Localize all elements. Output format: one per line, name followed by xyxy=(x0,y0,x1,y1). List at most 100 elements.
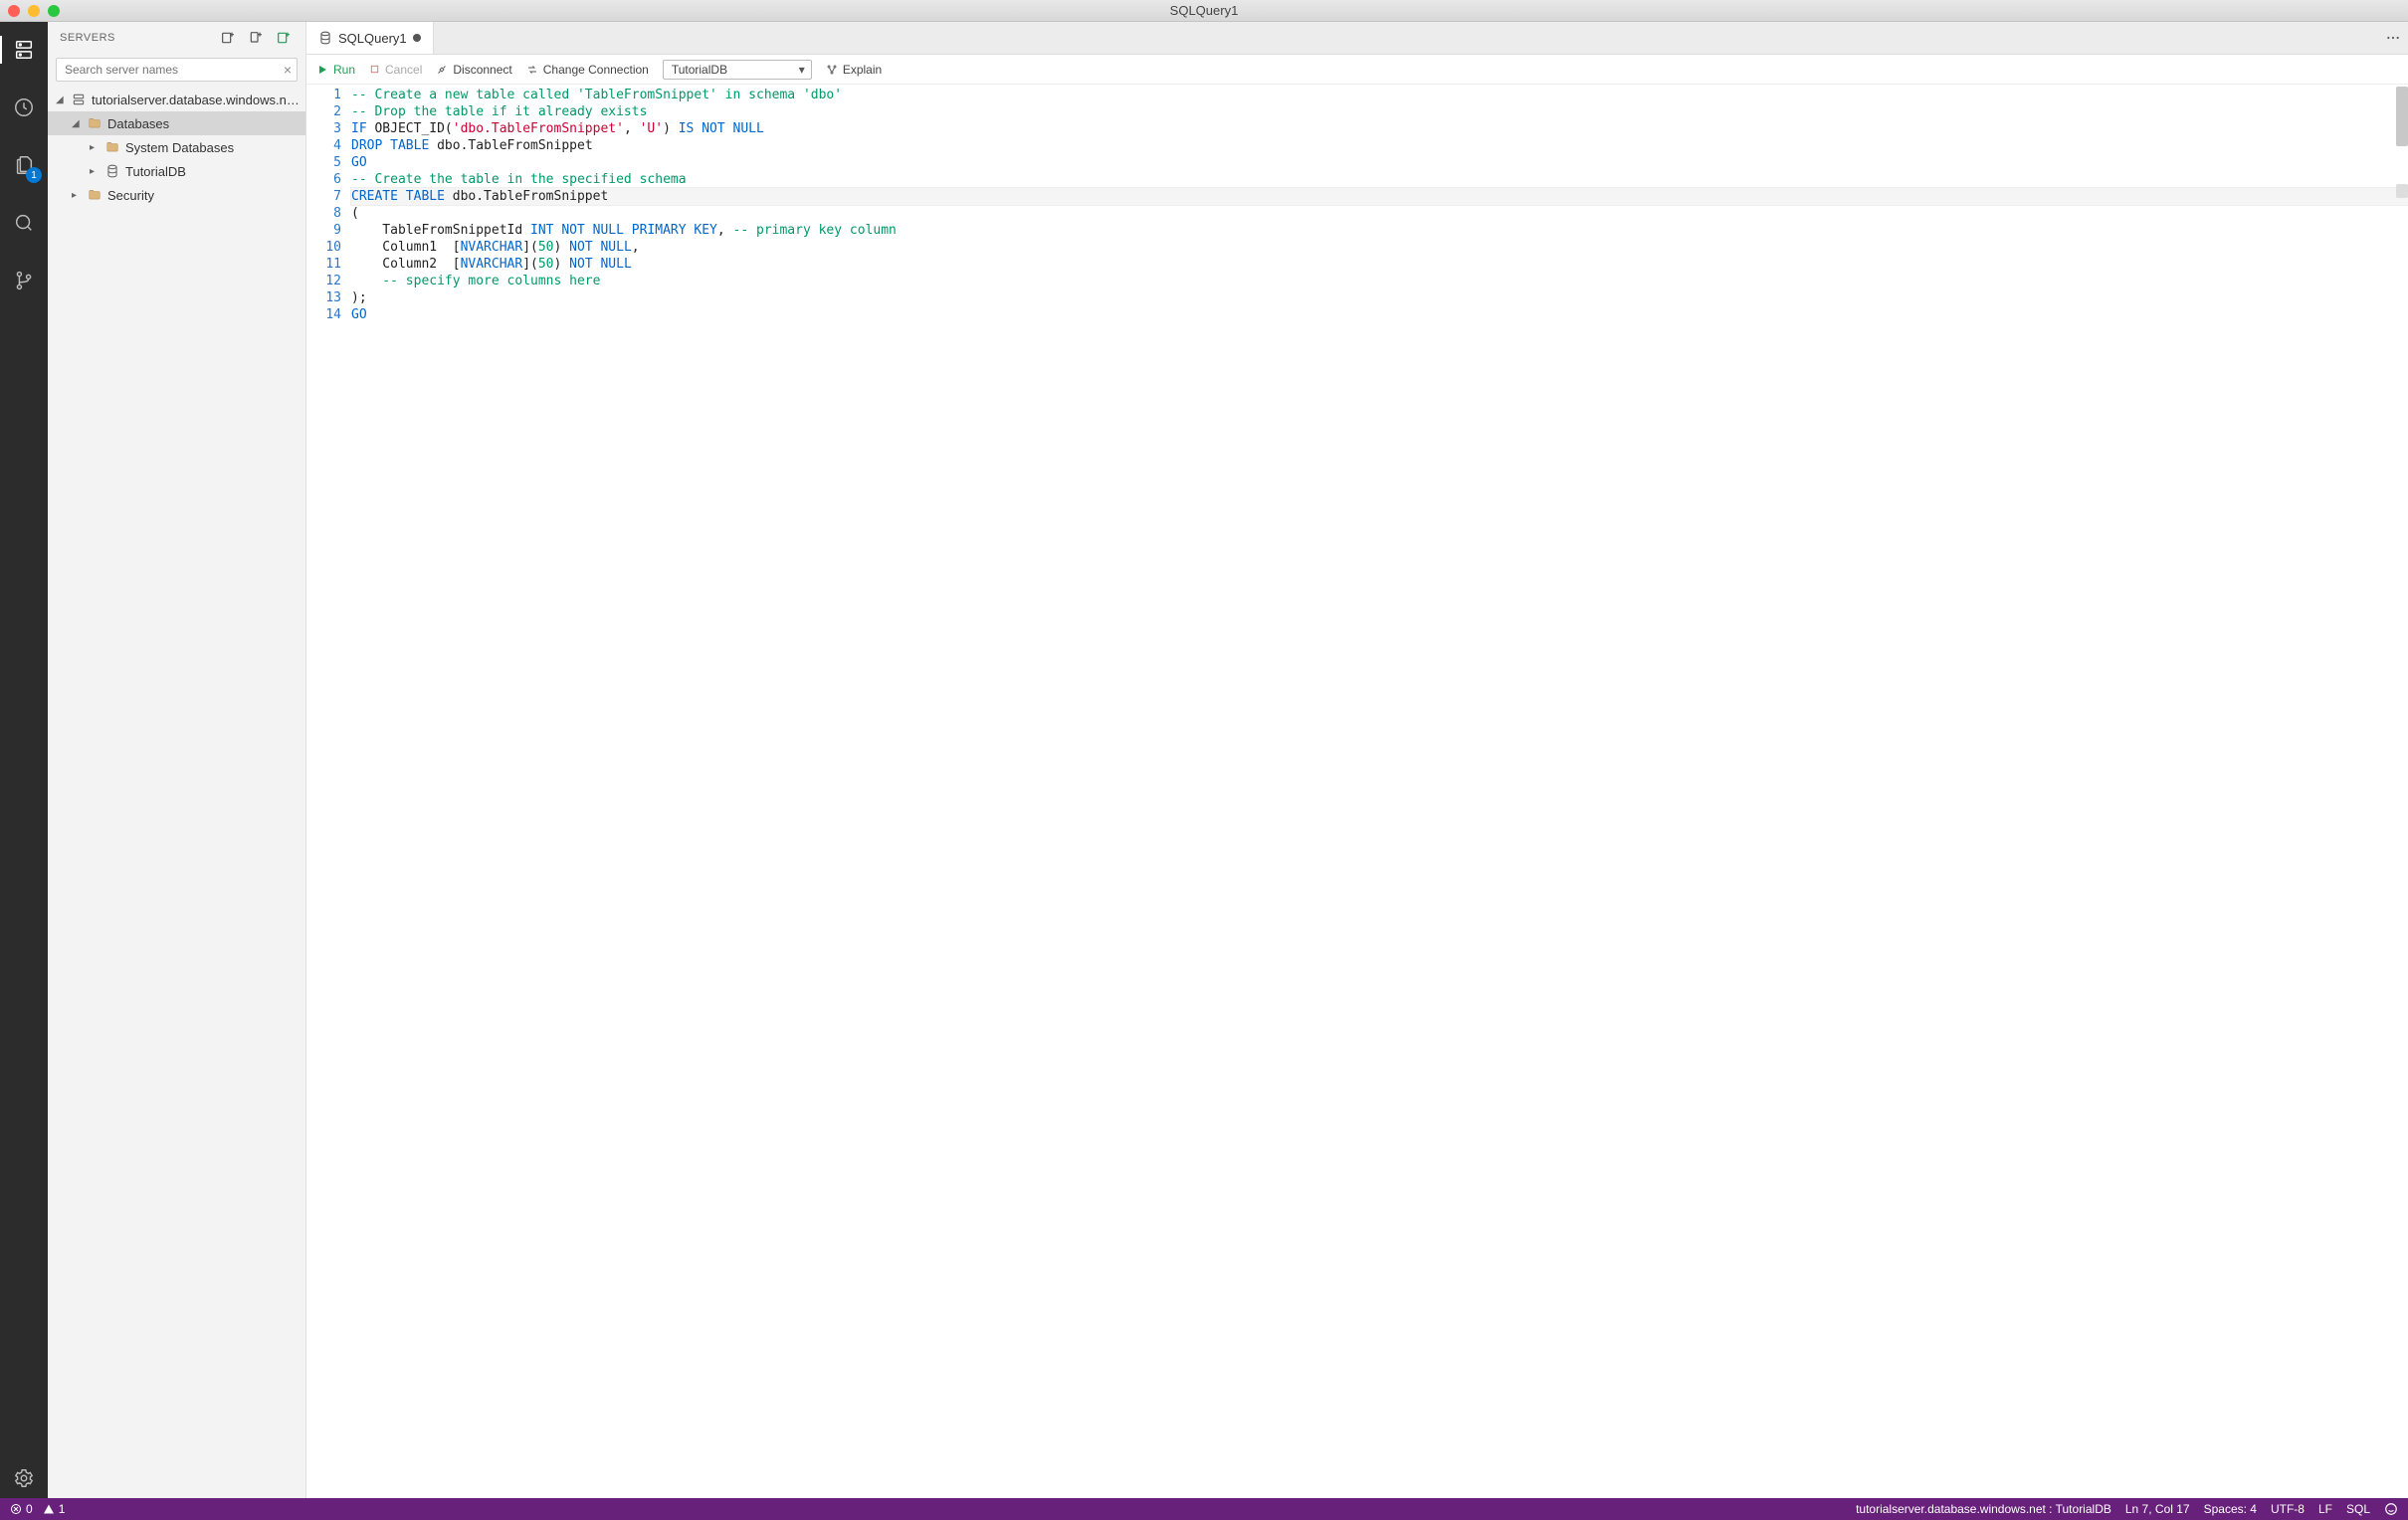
sidebar-search: × xyxy=(56,58,298,82)
status-spaces[interactable]: Spaces: 4 xyxy=(2204,1502,2257,1516)
editor-tabs: SQLQuery1 xyxy=(306,22,2408,55)
sidebar-actions xyxy=(218,28,294,48)
query-toolbar: Run Cancel Disconnect Change Connection … xyxy=(306,55,2408,85)
change-connection-label: Change Connection xyxy=(543,63,649,77)
clock-icon xyxy=(13,96,35,118)
tab-sqlquery1[interactable]: SQLQuery1 xyxy=(306,22,434,54)
change-connection-button[interactable]: Change Connection xyxy=(526,63,649,77)
code-line[interactable]: CREATE TABLE dbo.TableFromSnippet xyxy=(351,188,2408,205)
status-bar: 0 1 tutorialserver.database.windows.net … xyxy=(0,1498,2408,1520)
activity-settings[interactable] xyxy=(0,1458,48,1498)
play-icon xyxy=(316,64,328,76)
ellipsis-icon xyxy=(2385,30,2401,46)
status-encoding[interactable]: UTF-8 xyxy=(2271,1502,2305,1516)
tree-security-label: Security xyxy=(107,188,154,203)
activity-bar: 1 xyxy=(0,22,48,1498)
chevron-right-icon: ▸ xyxy=(72,190,86,201)
tree-system-databases-label: System Databases xyxy=(125,140,234,155)
status-language[interactable]: SQL xyxy=(2346,1502,2370,1516)
folder-icon xyxy=(86,116,103,130)
code-line[interactable]: ); xyxy=(351,289,2408,306)
tree-system-databases-node[interactable]: ▸ System Databases xyxy=(48,135,305,159)
cancel-label: Cancel xyxy=(385,63,422,77)
status-eol[interactable]: LF xyxy=(2318,1502,2332,1516)
editor-minimap[interactable] xyxy=(2394,85,2408,1498)
chevron-right-icon: ▸ xyxy=(90,166,103,177)
tree-databases-node[interactable]: ◢ Databases xyxy=(48,111,305,135)
gear-icon xyxy=(13,1467,35,1489)
branch-icon xyxy=(13,270,35,291)
tree-user-db-node[interactable]: ▸ TutorialDB xyxy=(48,159,305,183)
minimap-thumb[interactable] xyxy=(2396,184,2408,198)
cancel-button[interactable]: Cancel xyxy=(369,63,422,77)
activity-servers[interactable] xyxy=(0,30,48,70)
activity-source-control[interactable] xyxy=(0,261,48,300)
new-server-group-button[interactable] xyxy=(274,28,294,48)
activity-history[interactable] xyxy=(0,88,48,127)
tree-server-label: tutorialserver.database.windows.n… xyxy=(92,93,300,107)
dirty-indicator-icon xyxy=(413,34,421,42)
explain-button[interactable]: Explain xyxy=(826,63,882,77)
status-cursor[interactable]: Ln 7, Col 17 xyxy=(2125,1502,2190,1516)
code-editor[interactable]: 1234567891011121314 -- Create a new tabl… xyxy=(306,85,2408,1498)
code-line[interactable]: DROP TABLE dbo.TableFromSnippet xyxy=(351,137,2408,154)
status-connection[interactable]: tutorialserver.database.windows.net : Tu… xyxy=(1856,1502,2111,1516)
status-errors-count: 0 xyxy=(26,1502,33,1516)
editor-area: SQLQuery1 Run Cancel Disconnect xyxy=(306,22,2408,1498)
search-input[interactable] xyxy=(56,58,298,82)
database-icon xyxy=(318,31,332,45)
code-line[interactable]: GO xyxy=(351,306,2408,323)
folder-icon xyxy=(103,140,121,154)
server-icon xyxy=(13,39,35,61)
line-number-gutter: 1234567891011121314 xyxy=(306,85,351,1498)
stop-icon xyxy=(369,64,380,75)
status-warnings[interactable]: 1 xyxy=(43,1502,66,1516)
explorer-badge: 1 xyxy=(26,167,42,183)
status-errors[interactable]: 0 xyxy=(10,1502,33,1516)
code-line[interactable]: -- Create a new table called 'TableFromS… xyxy=(351,87,2408,103)
server-icon xyxy=(70,93,88,106)
run-button[interactable]: Run xyxy=(316,63,355,77)
code-line[interactable]: Column1 [NVARCHAR](50) NOT NULL, xyxy=(351,239,2408,256)
tree-user-db-label: TutorialDB xyxy=(125,164,186,179)
new-group-icon xyxy=(276,30,292,46)
code-content[interactable]: -- Create a new table called 'TableFromS… xyxy=(351,85,2408,1498)
new-connection-icon xyxy=(220,30,236,46)
code-line[interactable]: -- specify more columns here xyxy=(351,273,2408,289)
code-line[interactable]: GO xyxy=(351,154,2408,171)
activity-search[interactable] xyxy=(0,203,48,243)
warning-icon xyxy=(43,1503,55,1515)
sidebar-header: SERVERS xyxy=(48,22,305,54)
minimap-thumb[interactable] xyxy=(2396,87,2408,146)
app-shell: 1 SERVERS xyxy=(0,22,2408,1498)
chevron-down-icon: ◢ xyxy=(72,118,86,129)
explain-label: Explain xyxy=(843,63,882,77)
window-controls xyxy=(8,5,60,17)
new-connection-button[interactable] xyxy=(218,28,238,48)
minimize-window-button[interactable] xyxy=(28,5,40,17)
code-line[interactable]: -- Create the table in the specified sch… xyxy=(351,171,2408,188)
clear-search-button[interactable]: × xyxy=(284,62,292,78)
database-select[interactable]: TutorialDB xyxy=(663,60,812,80)
unplug-icon xyxy=(436,64,448,76)
code-line[interactable]: TableFromSnippetId INT NOT NULL PRIMARY … xyxy=(351,222,2408,239)
folder-icon xyxy=(86,188,103,202)
database-selected-value: TutorialDB xyxy=(672,63,727,77)
tab-overflow-button[interactable] xyxy=(2378,22,2408,54)
chevron-down-icon: ◢ xyxy=(56,95,70,105)
tree-security-node[interactable]: ▸ Security xyxy=(48,183,305,207)
new-query-button[interactable] xyxy=(246,28,266,48)
status-feedback[interactable] xyxy=(2384,1502,2398,1516)
code-line[interactable]: ( xyxy=(351,205,2408,222)
tree-server-node[interactable]: ◢ tutorialserver.database.windows.n… xyxy=(48,88,305,111)
code-line[interactable]: IF OBJECT_ID('dbo.TableFromSnippet', 'U'… xyxy=(351,120,2408,137)
code-line[interactable]: -- Drop the table if it already exists xyxy=(351,103,2408,120)
disconnect-button[interactable]: Disconnect xyxy=(436,63,511,77)
maximize-window-button[interactable] xyxy=(48,5,60,17)
smiley-icon xyxy=(2384,1502,2398,1516)
error-icon xyxy=(10,1503,22,1515)
activity-explorer[interactable]: 1 xyxy=(0,145,48,185)
close-window-button[interactable] xyxy=(8,5,20,17)
tree-databases-label: Databases xyxy=(107,116,169,131)
code-line[interactable]: Column2 [NVARCHAR](50) NOT NULL xyxy=(351,256,2408,273)
